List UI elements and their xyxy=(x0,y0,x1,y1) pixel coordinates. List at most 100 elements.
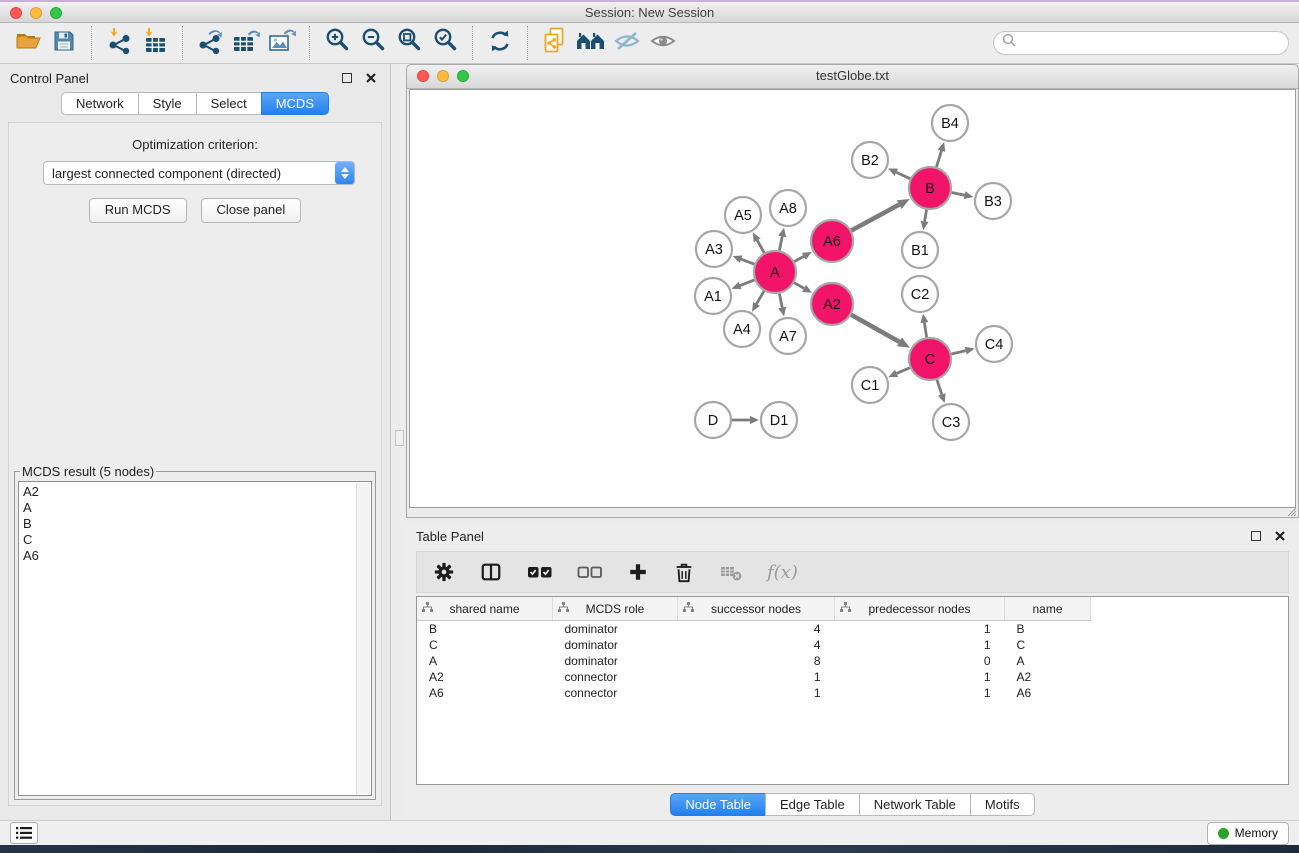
zoom-out-button[interactable] xyxy=(355,27,391,59)
search-box[interactable] xyxy=(993,31,1289,55)
splitter-handle[interactable] xyxy=(395,430,404,446)
network-documents-button[interactable] xyxy=(537,27,573,59)
table-settings-button[interactable] xyxy=(433,557,455,587)
tab-edge-table[interactable]: Edge Table xyxy=(765,793,860,816)
graph-edge-A-A4[interactable] xyxy=(757,291,764,304)
open-session-button[interactable] xyxy=(10,27,46,59)
save-session-button[interactable] xyxy=(46,27,82,59)
graph-edge-A6-B[interactable] xyxy=(851,205,899,231)
table-cell[interactable]: 1 xyxy=(835,669,1005,685)
table-cell[interactable]: 1 xyxy=(678,685,835,701)
graph-edge-A-A3[interactable] xyxy=(741,259,754,264)
select-all-button[interactable] xyxy=(527,557,553,587)
hide-details-button[interactable] xyxy=(609,27,645,59)
mcds-result-item[interactable]: A2 xyxy=(23,484,367,500)
zoom-selected-button[interactable] xyxy=(427,27,463,59)
table-cell[interactable]: 1 xyxy=(835,621,1005,638)
tab-mcds[interactable]: MCDS xyxy=(261,92,329,115)
graph-edge-A-A2[interactable] xyxy=(794,283,804,289)
table-row[interactable]: Bdominator41B xyxy=(417,621,1288,638)
table-cell[interactable]: A2 xyxy=(417,669,553,685)
export-network-button[interactable] xyxy=(192,27,228,59)
show-columns-button[interactable] xyxy=(479,557,503,587)
graph-edge-A-A7[interactable] xyxy=(779,294,782,308)
close-panel-action-button[interactable]: Close panel xyxy=(201,198,302,223)
tab-network[interactable]: Network xyxy=(61,92,139,115)
network-window-titlebar[interactable]: testGlobe.txt xyxy=(407,65,1298,89)
resize-grip-icon[interactable] xyxy=(1285,505,1297,517)
houses-button[interactable] xyxy=(573,27,609,59)
delete-table-button[interactable] xyxy=(719,557,743,587)
graph-edge-B-B3[interactable] xyxy=(952,192,965,195)
graph-edge-C-C3[interactable] xyxy=(937,380,942,395)
run-mcds-button[interactable]: Run MCDS xyxy=(89,198,187,223)
table-cell[interactable]: 0 xyxy=(835,653,1005,669)
graph-edge-A-A1[interactable] xyxy=(740,280,754,286)
mcds-result-item[interactable]: C xyxy=(23,532,367,548)
table-cell[interactable]: A xyxy=(1005,653,1091,669)
column-header-predecessor-nodes[interactable]: predecessor nodes xyxy=(835,597,1005,621)
table-cell[interactable]: A6 xyxy=(417,685,553,701)
mcds-result-item[interactable]: B xyxy=(23,516,367,532)
tab-network-table[interactable]: Network Table xyxy=(859,793,971,816)
graph-edge-C-C1[interactable] xyxy=(897,368,910,374)
table-row[interactable]: A6connector11A6 xyxy=(417,685,1288,701)
search-input[interactable] xyxy=(1017,35,1288,52)
mcds-result-item[interactable]: A6 xyxy=(23,548,367,564)
task-history-button[interactable] xyxy=(10,822,38,844)
table-cell[interactable]: B xyxy=(417,621,553,638)
column-header-name[interactable]: name xyxy=(1005,597,1091,621)
close-panel-button[interactable] xyxy=(362,69,380,87)
graph-edge-B-B1[interactable] xyxy=(925,210,927,222)
tab-motifs[interactable]: Motifs xyxy=(970,793,1035,816)
scrollbar-track[interactable] xyxy=(356,483,370,794)
table-cell[interactable]: dominator xyxy=(553,621,678,638)
export-table-button[interactable] xyxy=(228,27,264,59)
function-builder-button[interactable]: f(x) xyxy=(767,557,798,587)
refresh-layout-button[interactable] xyxy=(482,27,518,59)
table-cell[interactable]: 8 xyxy=(678,653,835,669)
export-image-button[interactable] xyxy=(264,27,300,59)
mcds-result-item[interactable]: A xyxy=(23,500,367,516)
table-row[interactable]: Adominator80A xyxy=(417,653,1288,669)
table-cell[interactable]: B xyxy=(1005,621,1091,638)
graph-edge-A2-C[interactable] xyxy=(851,315,899,342)
import-network-button[interactable] xyxy=(101,27,137,59)
graph-edge-C-C2[interactable] xyxy=(924,323,926,338)
delete-column-button[interactable] xyxy=(673,557,695,587)
deselect-all-button[interactable] xyxy=(577,557,603,587)
float-panel-button[interactable] xyxy=(338,69,356,87)
table-row[interactable]: A2connector11A2 xyxy=(417,669,1288,685)
table-cell[interactable]: 4 xyxy=(678,637,835,653)
column-header-mcds-role[interactable]: MCDS role xyxy=(553,597,678,621)
column-header-shared-name[interactable]: shared name xyxy=(417,597,553,621)
tab-select[interactable]: Select xyxy=(196,92,262,115)
graph-edge-B-B4[interactable] xyxy=(936,151,941,167)
zoom-in-button[interactable] xyxy=(319,27,355,59)
column-header-successor-nodes[interactable]: successor nodes xyxy=(678,597,835,621)
import-table-button[interactable] xyxy=(137,27,173,59)
table-cell[interactable]: C xyxy=(417,637,553,653)
show-details-button[interactable] xyxy=(645,27,681,59)
add-column-button[interactable] xyxy=(627,557,649,587)
tab-node-table[interactable]: Node Table xyxy=(670,793,766,816)
table-cell[interactable]: 4 xyxy=(678,621,835,638)
zoom-fit-button[interactable] xyxy=(391,27,427,59)
table-cell[interactable]: A xyxy=(417,653,553,669)
graph-edge-A-A8[interactable] xyxy=(779,236,782,250)
tab-style[interactable]: Style xyxy=(138,92,197,115)
table-cell[interactable]: 1 xyxy=(835,685,1005,701)
close-table-panel-button[interactable] xyxy=(1271,527,1289,545)
table-cell[interactable]: connector xyxy=(553,669,678,685)
table-cell[interactable]: A6 xyxy=(1005,685,1091,701)
table-cell[interactable]: 1 xyxy=(835,637,1005,653)
network-canvas[interactable]: B4B2BB3A5A8A6B1A3AC2A1A2A4A7C4CC1C3DD1 xyxy=(409,89,1296,508)
graph-edge-C-C4[interactable] xyxy=(951,351,965,354)
graph-edge-B-B2[interactable] xyxy=(896,172,910,178)
memory-button[interactable]: Memory xyxy=(1207,822,1289,845)
table-cell[interactable]: C xyxy=(1005,637,1091,653)
graph-edge-A-A5[interactable] xyxy=(757,240,764,253)
table-cell[interactable]: connector xyxy=(553,685,678,701)
table-cell[interactable]: 1 xyxy=(678,669,835,685)
table-cell[interactable]: dominator xyxy=(553,637,678,653)
